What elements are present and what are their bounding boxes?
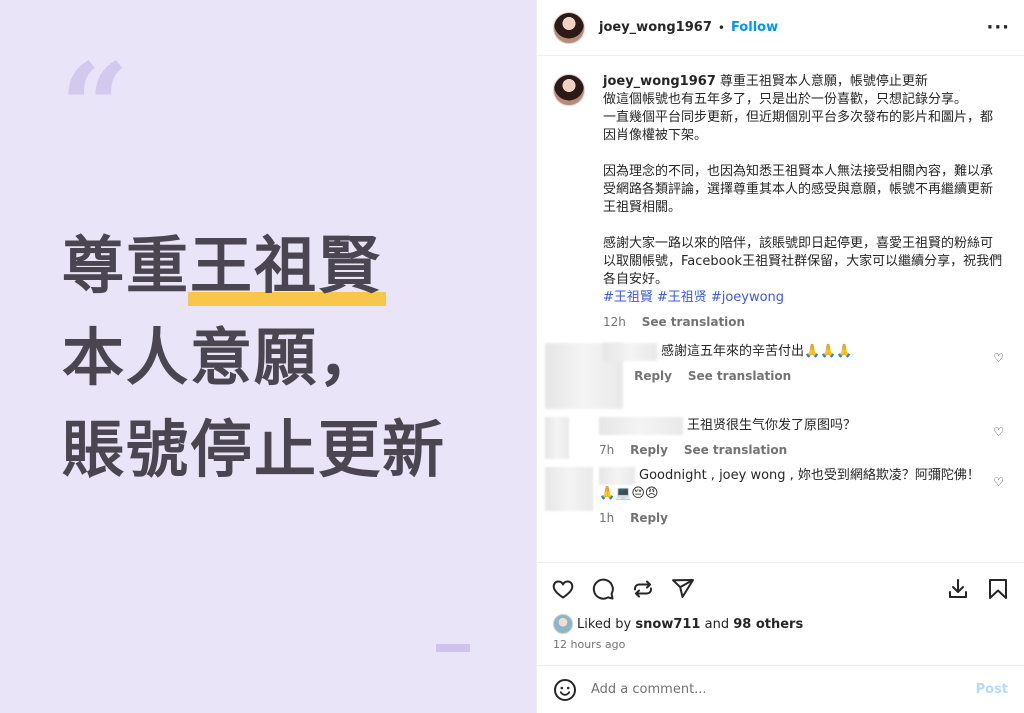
comment-time: 7h [599,443,615,457]
comment-like-heart-icon[interactable]: ♡ [993,475,1004,489]
more-options-icon[interactable]: ··· [986,17,1010,38]
comment-icon[interactable] [591,577,615,601]
commenter-avatar[interactable] [545,467,593,511]
commenter-username[interactable] [599,467,635,485]
dash-decoration [436,644,470,652]
caption-username[interactable]: joey_wong1967 [603,74,716,89]
likes-others[interactable]: 98 others [733,617,803,632]
caption-avatar[interactable] [553,74,585,106]
headline-line-2: 本人意願， [62,321,383,394]
headline-highlight: 王祖賢 [188,220,387,312]
likes-middle: and [704,616,730,632]
commenter-username[interactable] [603,343,657,361]
caption-meta: 12h See translation [603,313,1003,331]
commenter-username[interactable] [599,417,683,435]
comment-body: 王祖贤很生气你发了原图吗？ 7h Reply See translation [599,417,989,459]
liker-username[interactable]: snow711 [635,617,700,632]
comment-time: 1h [599,511,615,525]
reply-button[interactable]: Reply [634,369,672,383]
bookmark-icon[interactable] [986,577,1010,601]
image-headline: 尊重王祖賢 本人意願， 賬號停止更新 [62,220,446,496]
headline-text-1a: 尊重 [62,229,191,302]
reply-button[interactable]: Reply [630,511,668,525]
add-comment-bar: Post [537,665,1024,713]
post-header: joey_wong1967 • Follow ··· [537,0,1024,56]
see-translation-link[interactable]: See translation [642,315,745,329]
comment-item: 王祖贤很生气你发了原图吗？ 7h Reply See translation ♡ [545,417,1008,459]
likes-summary[interactable]: Liked by snow711 and 98 others [553,614,1008,634]
post-timestamp: 12 hours ago [553,638,626,651]
add-comment-input[interactable] [591,682,976,697]
see-translation-link[interactable]: See translation [684,443,787,457]
post-image[interactable]: “ 尊重王祖賢 本人意願， 賬號停止更新 [0,0,536,713]
quote-mark-decoration: “ [60,37,130,178]
hashtag-link[interactable]: #王祖賢 [603,290,653,305]
post-side-panel: joey_wong1967 • Follow ··· joey_wong1967… [536,0,1024,713]
comment-meta: 7h Reply See translation [599,441,989,459]
reply-button[interactable]: Reply [630,443,668,457]
comment-text: 王祖贤很生气你发了原图吗？ [687,418,857,433]
hashtag-link[interactable]: #joeywong [711,290,784,305]
comments-section[interactable]: joey_wong1967 尊重王祖賢本人意願，帳號停止更新 做這個帳號也有五年多… [537,57,1024,562]
headline-line-3: 賬號停止更新 [62,413,447,486]
see-translation-link[interactable]: See translation [688,369,791,383]
repost-icon[interactable] [631,577,655,601]
action-bar [537,562,1024,614]
emoji-icon[interactable] [553,678,577,702]
hashtag-link[interactable]: #王祖贤 [657,290,707,305]
author-username[interactable]: joey_wong1967 [599,20,712,35]
caption-text: 尊重王祖賢本人意願，帳號停止更新 做這個帳號也有五年多了，只是出於一份喜歡，只想… [603,74,1003,287]
post-comment-button[interactable]: Post [976,682,1008,697]
share-icon[interactable] [671,577,695,601]
heart-icon[interactable] [551,577,575,601]
caption-body: joey_wong1967 尊重王祖賢本人意願，帳號停止更新 做這個帳號也有五年多… [603,73,1003,331]
action-bar-right [930,577,1010,601]
comment-like-heart-icon[interactable]: ♡ [993,351,1004,365]
comment-text: Goodnight , joey wong , 妳也受到網絡欺凌？阿彌陀佛！🙏💻… [599,468,980,501]
liker-avatar [553,614,573,634]
download-icon[interactable] [946,577,970,601]
author-avatar[interactable] [553,11,585,44]
comment-meta: 1h Reply See translation [603,367,993,385]
comment-item: 感謝這五年來的辛苦付出🙏🙏🙏 1h Reply See translation … [545,343,1008,409]
comment-item: Goodnight , joey wong , 妳也受到網絡欺凌？阿彌陀佛！🙏💻… [545,467,1008,527]
caption-time: 12h [603,315,626,329]
caption-hashtags: #王祖賢 #王祖贤 #joeywong [603,289,1003,307]
commenter-avatar[interactable] [545,417,569,459]
comment-text: 感謝這五年來的辛苦付出🙏🙏🙏 [661,344,853,359]
comment-body: Goodnight , joey wong , 妳也受到網絡欺凌？阿彌陀佛！🙏💻… [599,467,989,527]
comment-body: 感謝這五年來的辛苦付出🙏🙏🙏 1h Reply See translation [603,343,993,409]
follow-button[interactable]: Follow [731,20,778,35]
comment-like-heart-icon[interactable]: ♡ [993,425,1004,439]
comment-meta: 1h Reply [599,509,989,527]
separator-dot: • [717,20,725,35]
headline-line-1: 尊重王祖賢 [62,220,446,312]
likes-prefix: Liked by [577,616,632,632]
caption: joey_wong1967 尊重王祖賢本人意願，帳號停止更新 做這個帳號也有五年多… [553,73,1008,331]
